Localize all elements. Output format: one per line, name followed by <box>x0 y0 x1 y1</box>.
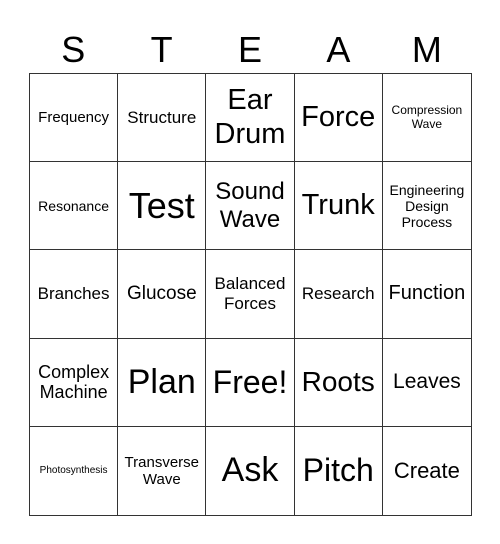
bingo-cell[interactable]: Transverse Wave <box>118 426 207 515</box>
header-letter-t: T <box>150 29 173 70</box>
bingo-cell[interactable]: Test <box>118 162 207 251</box>
bingo-cell[interactable]: Glucose <box>118 250 207 339</box>
header-letter-s: S <box>61 29 86 70</box>
bingo-cell[interactable]: Create <box>383 427 471 515</box>
bingo-cell[interactable]: Branches <box>30 250 119 339</box>
bingo-cell[interactable]: Roots <box>294 338 383 427</box>
bingo-cell[interactable]: Pitch <box>295 426 383 515</box>
bingo-cell[interactable]: Ear Drum <box>206 74 295 163</box>
bingo-cell[interactable]: Ask <box>206 426 295 515</box>
bingo-cell[interactable]: Structure <box>118 74 207 163</box>
bingo-cell[interactable]: Research <box>294 250 383 339</box>
header-letter-e: E <box>238 29 263 70</box>
bingo-cell[interactable]: Plan <box>118 338 207 427</box>
bingo-cell[interactable]: Function <box>382 250 471 339</box>
bingo-grid: Frequency Structure Ear Drum Force Compr… <box>29 73 472 516</box>
bingo-header: S T E A M <box>29 28 471 72</box>
bingo-cell[interactable]: Compression Wave <box>382 74 471 163</box>
header-letter-a: A <box>326 29 351 70</box>
header-letter-m: M <box>411 29 442 70</box>
bingo-cell[interactable]: Frequency <box>30 74 119 163</box>
bingo-cell[interactable]: Force <box>294 74 383 163</box>
bingo-cell[interactable]: Complex Machine <box>30 338 119 427</box>
bingo-cell[interactable]: Resonance <box>30 162 119 251</box>
bingo-cell[interactable]: Trunk <box>294 162 383 251</box>
bingo-cell[interactable]: Leaves <box>382 339 471 427</box>
bingo-cell[interactable]: Balanced Forces <box>206 250 295 339</box>
free-space-cell[interactable]: Free! <box>206 338 295 427</box>
bingo-cell[interactable]: Photosynthesis <box>30 426 119 515</box>
bingo-cell[interactable]: Engineering Design Process <box>382 162 471 251</box>
bingo-cell[interactable]: Sound Wave <box>206 162 295 251</box>
